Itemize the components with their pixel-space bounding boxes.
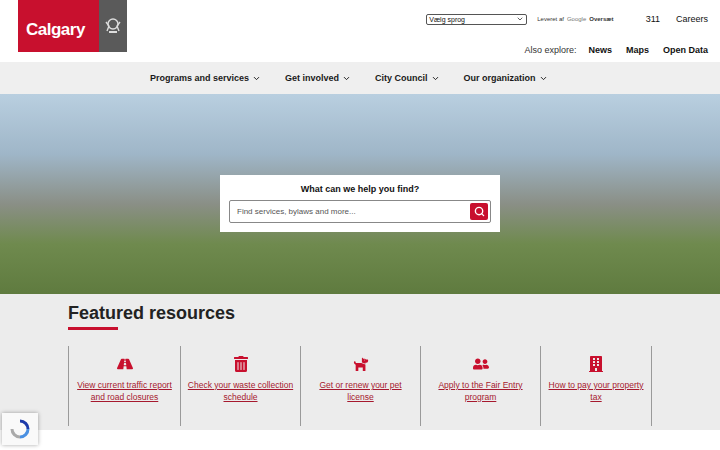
search-button[interactable] xyxy=(470,203,488,220)
nav-item[interactable]: City Council xyxy=(375,73,440,83)
also-explore: Also explore: News Maps Open Data xyxy=(524,38,708,62)
dog-icon xyxy=(353,356,369,372)
search-input[interactable]: Find services, bylaws and more... xyxy=(229,200,491,223)
main-nav: Programs and services Get involved City Co… xyxy=(0,62,720,94)
chevron-icon xyxy=(516,15,524,23)
nav-item[interactable]: Our organization xyxy=(464,73,548,83)
title-underline xyxy=(68,327,118,330)
featured-title: Featured resources xyxy=(68,303,720,324)
crest-icon xyxy=(103,16,123,36)
resource-card[interactable]: Apply to the Fair Entry program xyxy=(420,346,540,426)
search-icon xyxy=(474,206,485,217)
chevron-icon xyxy=(252,74,261,83)
language-select[interactable]: Vælg sprog xyxy=(426,14,527,25)
featured-resources: Featured resources View current traffic r… xyxy=(0,294,720,430)
resource-card[interactable]: View current traffic report and road clo… xyxy=(68,346,180,426)
recaptcha-badge[interactable] xyxy=(2,413,38,445)
building-icon xyxy=(588,356,604,372)
top-link[interactable]: 311 xyxy=(646,14,660,24)
resource-card[interactable]: How to pay your property tax xyxy=(540,346,652,426)
explore-link[interactable]: Open Data xyxy=(663,45,708,55)
top-link[interactable]: Careers xyxy=(676,14,708,24)
explore-link[interactable]: News xyxy=(588,45,612,55)
search-title: What can we help you find? xyxy=(301,184,420,194)
resource-card[interactable]: Get or renew your pet license xyxy=(300,346,420,426)
trash-icon xyxy=(233,356,249,372)
logo-wordmark[interactable]: Calgary xyxy=(18,0,99,52)
resource-list: View current traffic report and road clo… xyxy=(68,346,720,426)
header-right: Vælg sprog Leveret afGoogleOversæt 311 Care… xyxy=(426,0,708,62)
chevron-icon xyxy=(431,74,440,83)
hero-photo: What can we help you find? Find services,… xyxy=(0,94,720,294)
people-icon xyxy=(473,356,489,372)
translate-credit[interactable]: Leveret afGoogleOversæt xyxy=(537,16,613,22)
header: Calgary Vælg sprog Leveret afGoogleOversæt… xyxy=(0,0,720,62)
logo-crest[interactable] xyxy=(99,0,127,52)
also-explore-label: Also explore: xyxy=(524,45,576,55)
chevron-icon xyxy=(342,74,351,83)
resource-card[interactable]: Check your waste collection schedule xyxy=(180,346,300,426)
calgary-logo[interactable]: Calgary xyxy=(18,0,127,52)
explore-link[interactable]: Maps xyxy=(626,45,649,55)
search-card: What can we help you find? Find services,… xyxy=(220,175,500,232)
top-row: Vælg sprog Leveret afGoogleOversæt 311 Care… xyxy=(426,0,708,38)
road-icon xyxy=(117,356,133,372)
recaptcha-icon xyxy=(10,419,30,439)
chevron-icon xyxy=(539,74,548,83)
page: Calgary Vælg sprog Leveret afGoogleOversæt… xyxy=(0,0,720,450)
nav-item[interactable]: Get involved xyxy=(285,73,351,83)
nav-item[interactable]: Programs and services xyxy=(150,73,261,83)
